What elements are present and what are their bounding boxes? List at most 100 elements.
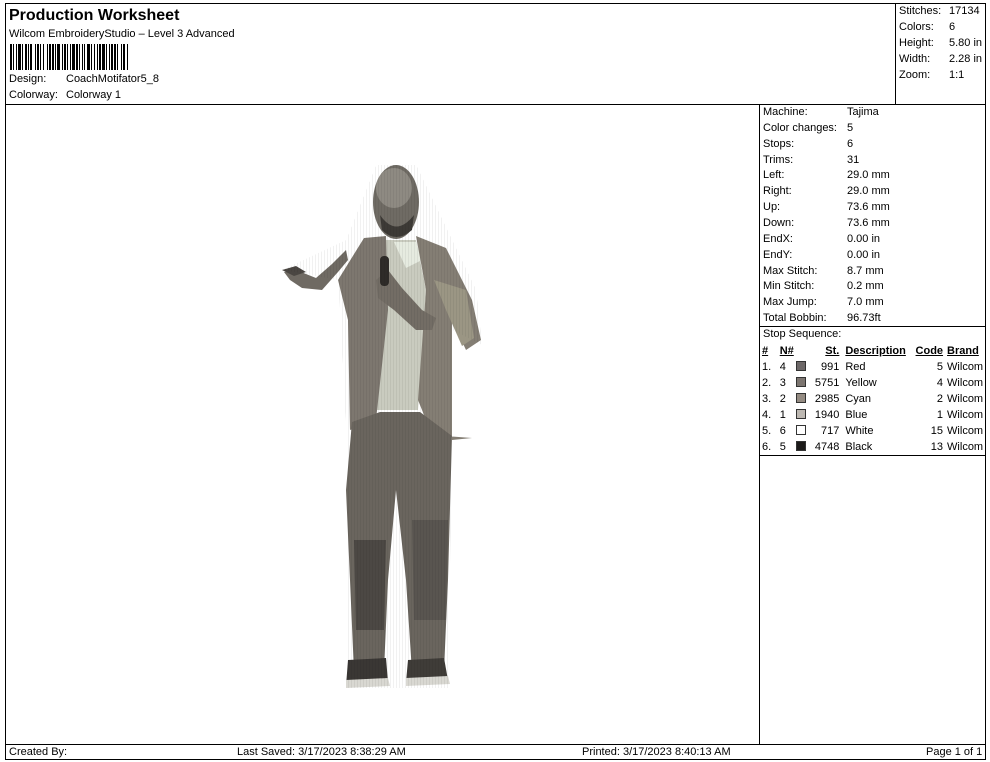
spec-value: 96.73ft xyxy=(847,312,881,325)
stitch-count: 2985 xyxy=(814,393,840,405)
last-saved: Last Saved: 3/17/2023 8:38:29 AM xyxy=(237,746,406,758)
spec-value: Tajima xyxy=(847,106,879,118)
swatch-box xyxy=(795,377,806,388)
spec-label: Up: xyxy=(763,201,781,214)
spec-value: 31 xyxy=(847,153,860,166)
needle-number: 4 xyxy=(779,361,786,373)
thread-brand: Wilcom xyxy=(947,409,984,421)
width-row: Width: 2.28 in xyxy=(899,53,982,65)
barcode-bar xyxy=(128,44,129,70)
printed-date: Printed: 3/17/2023 8:40:13 AM xyxy=(582,746,731,758)
color-code: 4 xyxy=(936,377,944,389)
design-preview xyxy=(6,105,760,744)
swatch-box xyxy=(795,441,806,452)
width-value: 2.28 in xyxy=(949,53,983,65)
needle-number: 6 xyxy=(779,425,786,437)
worksheet: Production Worksheet Wilcom EmbroiderySt… xyxy=(5,3,986,760)
software-name: Wilcom EmbroideryStudio – Level 3 Advanc… xyxy=(9,28,235,40)
spec-row: Up: 73.6 mm xyxy=(763,201,890,213)
height-value: 5.80 in xyxy=(949,37,983,49)
stitch-count: 5751 xyxy=(814,377,840,389)
color-description: Black xyxy=(845,441,873,453)
spec-row: Max Stitch: 8.7 mm xyxy=(763,265,884,277)
colorway-label: Colorway: xyxy=(9,89,58,101)
color-code: 15 xyxy=(930,425,944,437)
colors-value: 6 xyxy=(949,21,956,33)
page-number: Page 1 of 1 xyxy=(926,746,983,758)
spec-row: EndY: 0.00 in xyxy=(763,249,880,261)
divider xyxy=(760,326,985,327)
worksheet-header: Production Worksheet Wilcom EmbroiderySt… xyxy=(6,4,895,105)
stitches-value: 17134 xyxy=(949,5,980,17)
table-row: 6. 5 4748 Black 13 Wilcom xyxy=(762,439,985,455)
thread-brand: Wilcom xyxy=(947,377,984,389)
spec-label: Right: xyxy=(763,185,792,198)
color-description: Cyan xyxy=(845,393,872,405)
col-code: Code xyxy=(915,345,944,357)
spec-label: Color changes: xyxy=(763,121,837,134)
color-swatch xyxy=(795,359,810,375)
spec-row: Machine: Tajima xyxy=(763,106,879,118)
row-index: 4. xyxy=(762,409,772,421)
zoom-label: Zoom: xyxy=(899,69,931,81)
color-description: Yellow xyxy=(845,377,877,389)
stitch-count: 1940 xyxy=(814,409,840,421)
color-description: Blue xyxy=(845,409,868,421)
design-value: CoachMotifator5_8 xyxy=(66,73,159,85)
col-brand: Brand xyxy=(947,345,979,357)
spec-label: Max Jump: xyxy=(763,296,817,309)
colorway-row: Colorway: Colorway 1 xyxy=(9,89,121,101)
created-by: Created By: xyxy=(9,746,68,758)
spec-label: Machine: xyxy=(763,106,808,118)
spec-value: 0.00 in xyxy=(847,248,881,261)
table-row: 2. 3 5751 Yellow 4 Wilcom xyxy=(762,375,985,391)
needle-number: 1 xyxy=(779,409,786,421)
spec-row: Left: 29.0 mm xyxy=(763,169,890,181)
spec-row: Stops: 6 xyxy=(763,138,853,150)
footer: Created By: Last Saved: 3/17/2023 8:38:2… xyxy=(6,744,985,759)
spec-value: 5 xyxy=(847,121,854,134)
row-index: 5. xyxy=(762,425,772,437)
spec-label: EndY: xyxy=(763,248,793,261)
page-title: Production Worksheet xyxy=(9,7,180,24)
color-code: 2 xyxy=(936,393,944,405)
color-code: 5 xyxy=(936,361,944,373)
col-num: # xyxy=(762,345,769,357)
spec-row: Down: 73.6 mm xyxy=(763,217,890,229)
color-description: Red xyxy=(845,361,866,373)
table-header-row: # N# St. Description Code Brand xyxy=(762,343,985,359)
spec-value: 29.0 mm xyxy=(847,169,890,182)
spec-value: 29.0 mm xyxy=(847,185,890,198)
color-swatch xyxy=(795,391,810,407)
spec-label: EndX: xyxy=(763,232,793,245)
summary-box: Stitches: 17134 Colors: 6 Height: 5.80 in W… xyxy=(895,4,985,105)
row-index: 3. xyxy=(762,393,772,405)
color-swatch xyxy=(795,375,810,391)
col-swatch xyxy=(796,343,810,359)
color-code: 1 xyxy=(936,409,944,421)
col-description: Description xyxy=(845,345,906,357)
table-row: 3. 2 2985 Cyan 2 Wilcom xyxy=(762,391,985,407)
stitch-count: 991 xyxy=(821,361,840,373)
spec-row: Total Bobbin: 96.73ft xyxy=(763,312,881,324)
spec-row: Right: 29.0 mm xyxy=(763,185,890,197)
row-index: 1. xyxy=(762,361,772,373)
spec-row: Color changes: 5 xyxy=(763,122,853,134)
height-label: Height: xyxy=(899,37,934,49)
divider xyxy=(760,455,985,456)
spec-row: Min Stitch: 0.2 mm xyxy=(763,280,884,292)
stop-sequence-title: Stop Sequence: xyxy=(763,328,842,340)
needle-number: 5 xyxy=(779,441,786,453)
table-row: 4. 1 1940 Blue 1 Wilcom xyxy=(762,407,985,423)
swatch-box xyxy=(795,425,806,436)
spec-value: 0.2 mm xyxy=(847,280,884,293)
swatch-box xyxy=(795,409,806,420)
color-swatch xyxy=(795,423,810,439)
swatch-box xyxy=(795,361,806,372)
spec-label: Left: xyxy=(763,169,785,182)
color-swatch xyxy=(795,407,810,423)
thread-brand: Wilcom xyxy=(947,425,984,437)
color-description: White xyxy=(845,425,874,437)
stitch-count: 717 xyxy=(821,425,840,437)
spec-value: 7.0 mm xyxy=(847,296,884,309)
